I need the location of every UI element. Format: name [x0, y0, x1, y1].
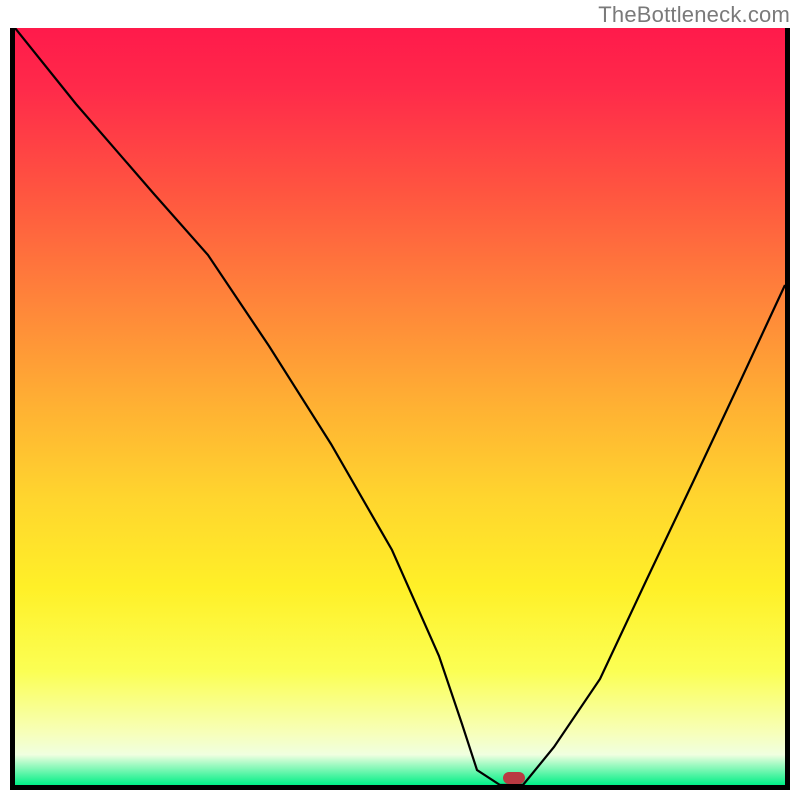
chart-root: TheBottleneck.com [0, 0, 800, 800]
plot-frame [10, 28, 790, 790]
background-gradient [15, 28, 785, 785]
watermark-text: TheBottleneck.com [598, 2, 790, 28]
